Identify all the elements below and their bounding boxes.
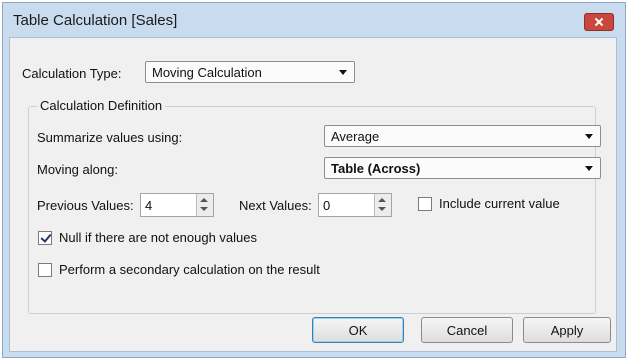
arrow-up-icon[interactable] (200, 198, 208, 202)
moving-along-value: Table (Across) (331, 161, 421, 176)
ok-button[interactable]: OK (312, 317, 404, 343)
moving-along-dropdown[interactable]: Table (Across) (324, 157, 601, 179)
calculation-type-label: Calculation Type: (22, 66, 122, 81)
apply-button[interactable]: Apply (523, 317, 611, 343)
secondary-calculation-label: Perform a secondary calculation on the r… (59, 262, 320, 277)
include-current-label: Include current value (439, 196, 560, 211)
dialog-body: Calculation Type: Moving Calculation Cal… (9, 37, 617, 352)
arrow-down-icon[interactable] (378, 207, 386, 211)
calculation-type-dropdown[interactable]: Moving Calculation (145, 61, 355, 83)
title-bar: Table Calculation [Sales] (3, 3, 625, 37)
next-values-value: 0 (323, 198, 331, 213)
previous-values-stepper[interactable]: 4 (140, 193, 214, 217)
chevron-down-icon (585, 134, 593, 139)
checkmark-icon (40, 231, 52, 243)
chevron-down-icon (585, 166, 593, 171)
cancel-button[interactable]: Cancel (421, 317, 513, 343)
null-if-label: Null if there are not enough values (59, 230, 258, 245)
chevron-down-icon (339, 70, 347, 75)
spin-buttons[interactable] (374, 194, 391, 216)
secondary-calculation-checkbox[interactable] (38, 263, 52, 277)
moving-along-label: Moving along: (37, 162, 118, 177)
previous-values-value: 4 (145, 198, 153, 213)
arrow-up-icon[interactable] (378, 198, 386, 202)
calculation-type-value: Moving Calculation (152, 65, 262, 80)
dialog-title: Table Calculation [Sales] (13, 12, 178, 29)
null-if-checkbox[interactable] (38, 231, 52, 245)
summarize-dropdown[interactable]: Average (324, 125, 601, 147)
previous-values-label: Previous Values: (37, 198, 134, 213)
arrow-down-icon[interactable] (200, 207, 208, 211)
table-calculation-dialog: Table Calculation [Sales] Calculation Ty… (2, 2, 626, 358)
close-icon[interactable] (584, 13, 614, 31)
next-values-stepper[interactable]: 0 (318, 193, 392, 217)
include-current-checkbox[interactable] (418, 197, 432, 211)
group-title: Calculation Definition (37, 98, 166, 113)
summarize-label: Summarize values using: (37, 130, 183, 145)
next-values-label: Next Values: (239, 198, 312, 213)
summarize-value: Average (331, 129, 380, 144)
spin-buttons[interactable] (196, 194, 213, 216)
